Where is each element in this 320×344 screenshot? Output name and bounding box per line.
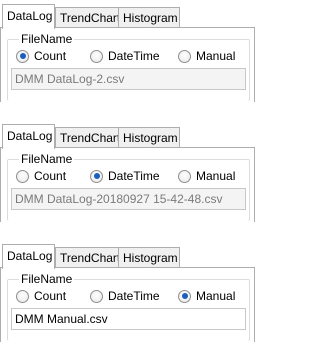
radio-count-label: Count [34,49,67,63]
radio-count[interactable]: Count [16,288,66,304]
radio-manual-label: Manual [196,289,236,303]
radio-unselected-icon[interactable] [16,169,29,183]
tab-trendchart[interactable]: TrendChart [55,7,120,27]
radio-datetime-label: DateTime [108,49,160,63]
radio-unselected-icon[interactable] [90,289,103,303]
radio-unselected-icon[interactable] [178,169,191,183]
radio-datetime[interactable]: DateTime [90,168,160,184]
radio-unselected-icon[interactable] [16,289,29,303]
radio-unselected-icon[interactable] [90,49,103,63]
radio-selected-icon[interactable] [90,169,103,183]
radio-datetime[interactable]: DateTime [90,48,160,64]
radio-count[interactable]: Count [16,48,66,64]
tab-page-datalog: FileName Count DateTime Manual DMM DataL… [0,27,255,102]
radio-selected-icon[interactable] [178,289,191,303]
radio-datetime-label: DateTime [108,169,160,183]
filename-group-title: FileName [19,152,75,166]
tab-histogram[interactable]: Histogram [118,7,180,27]
tab-page-datalog: FileName Count DateTime Manual DMM Manua… [0,267,255,342]
tab-trendchart[interactable]: TrendChart [55,127,120,147]
radio-manual[interactable]: Manual [178,288,235,304]
filename-field[interactable]: DMM DataLog-2.csv [11,68,246,90]
tab-strip: DataLog TrendChart Histogram [0,124,255,149]
datalog-panel-manual: DataLog TrendChart Histogram FileName Co… [0,244,255,342]
tab-datalog[interactable]: DataLog [2,124,55,149]
tab-datalog[interactable]: DataLog [2,244,55,269]
filename-field[interactable]: DMM Manual.csv [11,308,246,330]
radio-manual[interactable]: Manual [178,168,235,184]
radio-manual[interactable]: Manual [178,48,235,64]
tab-histogram[interactable]: Histogram [118,247,180,267]
filename-group-title: FileName [19,272,75,286]
radio-manual-label: Manual [196,49,236,63]
tab-page-datalog: FileName Count DateTime Manual DMM DataL… [0,147,255,222]
tab-trendchart[interactable]: TrendChart [55,247,120,267]
radio-count[interactable]: Count [16,168,66,184]
filename-group: FileName Count DateTime Manual DMM DataL… [7,32,250,101]
radio-datetime[interactable]: DateTime [90,288,160,304]
radio-unselected-icon[interactable] [178,49,191,63]
datalog-panel-count: DataLog TrendChart Histogram FileName Co… [0,4,255,102]
radio-count-label: Count [34,289,67,303]
tab-histogram[interactable]: Histogram [118,127,180,147]
radio-datetime-label: DateTime [108,289,160,303]
datalog-panel-datetime: DataLog TrendChart Histogram FileName Co… [0,124,255,222]
radio-manual-label: Manual [196,169,236,183]
tab-strip: DataLog TrendChart Histogram [0,244,255,269]
tab-strip: DataLog TrendChart Histogram [0,4,255,29]
filename-group: FileName Count DateTime Manual DMM Manua… [7,272,250,341]
filename-group: FileName Count DateTime Manual DMM DataL… [7,152,250,221]
filename-field[interactable]: DMM DataLog-20180927 15-42-48.csv [11,188,246,210]
radio-count-label: Count [34,169,67,183]
tab-datalog[interactable]: DataLog [2,4,55,29]
filename-group-title: FileName [19,32,75,46]
radio-selected-icon[interactable] [16,49,29,63]
